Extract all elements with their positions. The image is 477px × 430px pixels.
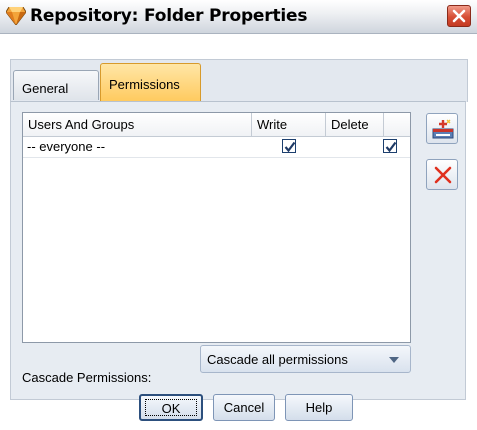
write-cell bbox=[252, 136, 326, 157]
column-header-delete[interactable]: Delete bbox=[326, 113, 384, 136]
chevron-down-icon bbox=[389, 357, 399, 363]
column-header-label: Delete bbox=[331, 117, 369, 132]
cancel-label: Cancel bbox=[223, 400, 265, 415]
user-cell: -- everyone -- bbox=[23, 136, 252, 157]
ok-button[interactable]: OK bbox=[139, 394, 203, 421]
checkmark-icon bbox=[385, 141, 397, 153]
delete-cell bbox=[326, 136, 397, 157]
user-name: -- everyone -- bbox=[27, 139, 106, 154]
delete-x-icon bbox=[434, 166, 452, 184]
column-header-write[interactable]: Write bbox=[252, 113, 326, 136]
checkmark-icon bbox=[284, 141, 296, 153]
cascade-permissions-label: Cascade Permissions: bbox=[22, 370, 152, 385]
column-header-label: Users And Groups bbox=[28, 117, 135, 132]
delete-checkbox[interactable] bbox=[383, 139, 397, 153]
ok-label: OK bbox=[161, 401, 181, 416]
add-user-icon bbox=[432, 119, 454, 139]
column-header-label: Write bbox=[257, 117, 288, 132]
table-header: Users And Groups Write Delete bbox=[23, 113, 410, 137]
cascade-permissions-dropdown[interactable]: Cascade all permissions bbox=[200, 345, 411, 373]
tab-permissions[interactable]: Permissions bbox=[100, 63, 201, 103]
diamond-icon bbox=[5, 6, 27, 26]
close-icon bbox=[452, 9, 466, 23]
close-button[interactable] bbox=[447, 5, 471, 27]
cascade-selected-value: Cascade all permissions bbox=[207, 352, 348, 367]
help-label: Help bbox=[305, 400, 333, 415]
column-header-users[interactable]: Users And Groups bbox=[23, 113, 252, 136]
title-bar[interactable]: Repository: Folder Properties bbox=[0, 0, 477, 34]
permissions-table[interactable]: Users And Groups Write Delete -- everyon… bbox=[22, 112, 411, 343]
cancel-button[interactable]: Cancel bbox=[213, 394, 275, 421]
tab-general[interactable]: General bbox=[13, 70, 99, 100]
write-checkbox[interactable] bbox=[282, 139, 296, 153]
folder-properties-dialog: Repository: Folder Properties General Pe… bbox=[0, 0, 477, 430]
add-user-button[interactable] bbox=[426, 113, 458, 144]
window-title: Repository: Folder Properties bbox=[30, 6, 308, 26]
help-button[interactable]: Help bbox=[285, 394, 353, 421]
tab-permissions-label: Permissions bbox=[109, 77, 180, 92]
tab-general-label: General bbox=[22, 81, 69, 96]
table-row[interactable]: -- everyone -- bbox=[23, 136, 410, 158]
remove-user-button[interactable] bbox=[426, 159, 458, 190]
